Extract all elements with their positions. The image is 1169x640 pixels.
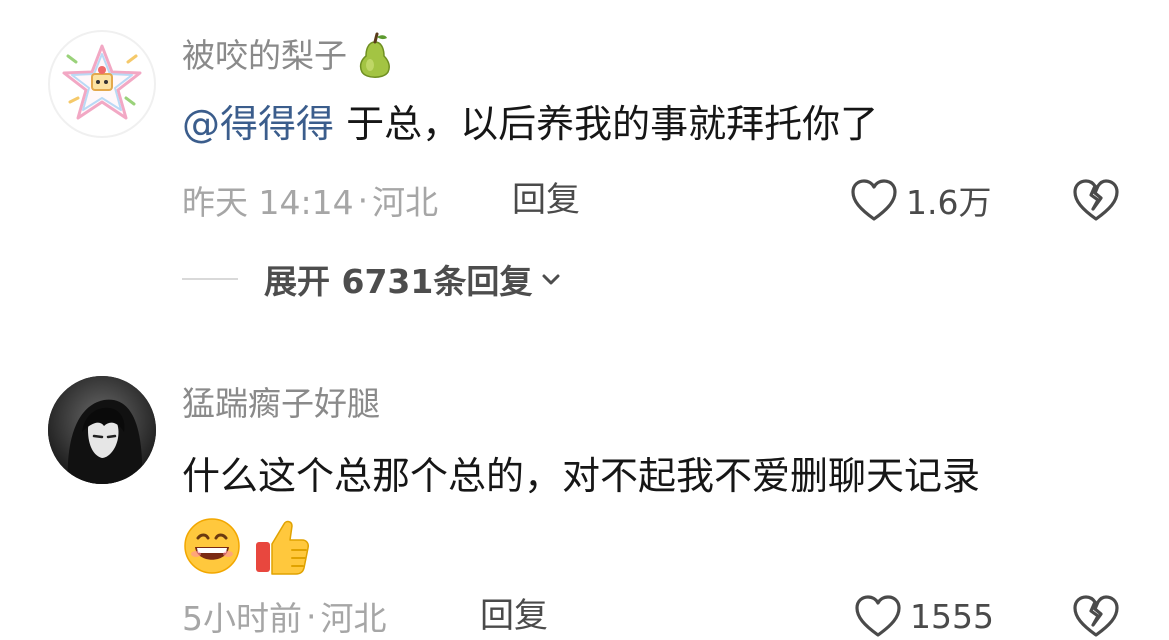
location: 河北 [372, 183, 439, 222]
emoji-row [182, 516, 310, 576]
dark-figure-avatar-image [48, 376, 156, 484]
username-text: 被咬的梨子 [182, 36, 347, 75]
meta-separator: · [357, 180, 369, 220]
location: 河北 [320, 599, 387, 638]
broken-heart-icon[interactable] [1072, 176, 1120, 224]
heart-icon [851, 179, 897, 221]
expand-replies[interactable]: 展开 6731条回复 [182, 254, 562, 304]
chevron-down-icon [542, 274, 560, 285]
avatar[interactable] [48, 376, 156, 484]
username[interactable]: 猛踹瘸子好腿 [182, 384, 380, 424]
heart-icon [855, 595, 901, 637]
username[interactable]: 被咬的梨子 [182, 32, 399, 80]
grinning-face-emoji [184, 518, 240, 574]
reply-button[interactable]: 回复 [512, 178, 580, 222]
star-avatar-image [62, 44, 142, 120]
like-button[interactable]: 1555 [854, 592, 994, 640]
expand-replies-label: 展开 6731条回复 [264, 262, 533, 301]
comment-meta: 昨天 14:14 · 河北 [182, 178, 439, 223]
meta-separator: · [306, 596, 317, 636]
pear-emoji [359, 32, 390, 78]
timestamp: 5小时前 [182, 599, 302, 638]
thumbs-up-emoji [256, 520, 309, 575]
like-count: 1.6万 [906, 183, 992, 222]
comment-text: 什么这个总那个总的，对不起我不爱删聊天记录 [182, 452, 980, 500]
broken-heart-icon[interactable] [1072, 592, 1120, 640]
comment-text: @得得得 于总，以后养我的事就拜托你了 [182, 100, 878, 148]
comment-2: 猛踹瘸子好腿 什么这个总那个总的，对不起我不爱删聊天记录 5小时前 · 河北 回… [0, 330, 1169, 638]
reply-button[interactable]: 回复 [480, 594, 548, 638]
mention-link[interactable]: @得得得 [182, 102, 334, 146]
comment-meta: 5小时前 · 河北 [182, 594, 387, 639]
comment-1: 被咬的梨子 @得得得 于总，以后养我的事就拜托你了 昨天 14:14 · 河北 … [0, 0, 1169, 330]
like-count: 1555 [910, 596, 994, 636]
like-button[interactable]: 1.6万 [850, 176, 991, 224]
username-text: 猛踹瘸子好腿 [182, 384, 380, 423]
divider-line [182, 278, 238, 280]
comment-body: 什么这个总那个总的，对不起我不爱删聊天记录 [182, 454, 981, 498]
comment-body: 于总，以后养我的事就拜托你了 [334, 102, 879, 146]
avatar[interactable] [48, 30, 156, 138]
timestamp: 昨天 14:14 [182, 183, 354, 222]
